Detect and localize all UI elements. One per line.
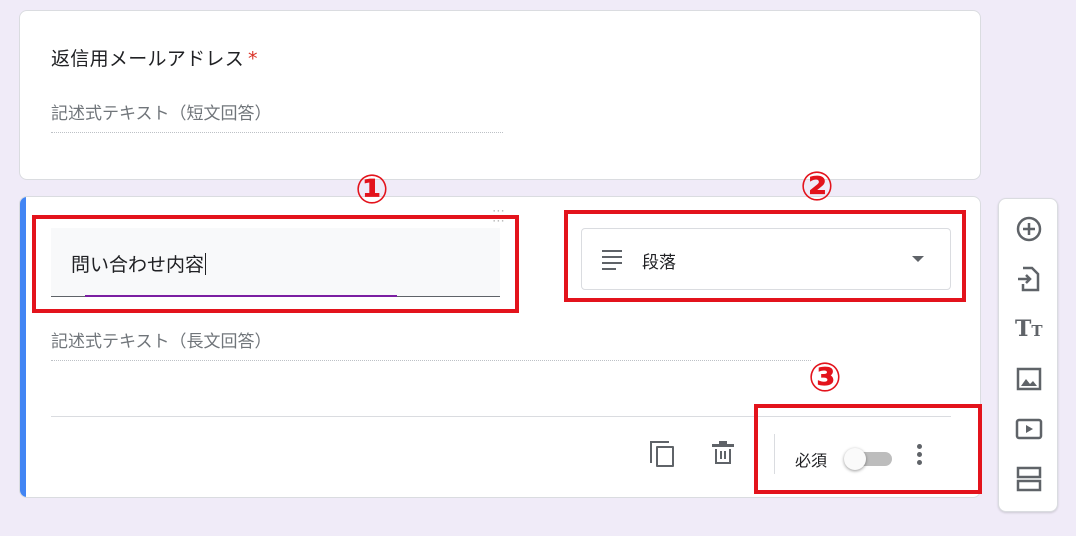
active-card-accent bbox=[20, 197, 26, 497]
annotation-box-2 bbox=[564, 210, 966, 302]
annotation-number-3: ③ bbox=[808, 355, 842, 401]
short-answer-hint: 記述式テキスト（短文回答） bbox=[51, 99, 503, 133]
trash-icon[interactable] bbox=[712, 441, 734, 467]
add-circle-icon[interactable] bbox=[1015, 215, 1043, 243]
side-toolbar: TT bbox=[998, 198, 1058, 512]
image-icon[interactable] bbox=[1015, 365, 1043, 393]
paragraph-answer-hint: 記述式テキスト（長文回答） bbox=[51, 327, 811, 361]
question-title-text: 返信用メールアドレス bbox=[51, 48, 245, 70]
copy-icon[interactable] bbox=[650, 441, 676, 469]
question-title[interactable]: 返信用メールアドレス * bbox=[51, 44, 258, 71]
import-questions-icon[interactable] bbox=[1015, 265, 1043, 293]
annotation-box-1 bbox=[32, 215, 519, 313]
section-icon[interactable] bbox=[1015, 465, 1043, 493]
email-question-card[interactable]: 返信用メールアドレス * 記述式テキスト（短文回答） bbox=[19, 10, 981, 180]
required-asterisk: * bbox=[248, 48, 258, 70]
video-icon[interactable] bbox=[1015, 415, 1043, 443]
title-text-icon[interactable]: TT bbox=[1015, 315, 1043, 343]
annotation-number-1: ① bbox=[355, 167, 389, 213]
annotation-box-3 bbox=[754, 404, 982, 494]
annotation-number-2: ② bbox=[800, 164, 834, 210]
